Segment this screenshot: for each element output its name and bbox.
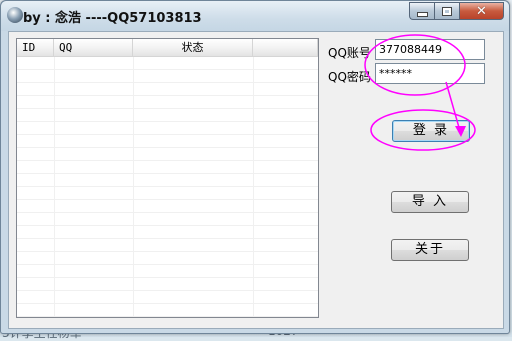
caption-buttons: ✕ [409, 2, 504, 20]
column-header-status[interactable]: 状态 [133, 39, 253, 56]
minimize-icon [416, 11, 428, 17]
account-input[interactable]: 377088449 [375, 39, 485, 60]
empty-row [17, 122, 318, 135]
empty-row [17, 278, 318, 291]
empty-row [17, 109, 318, 122]
empty-row [17, 252, 318, 265]
title-bar[interactable]: by : 念浩 ----QQ57103813 ✕ [1, 1, 509, 31]
empty-row [17, 226, 318, 239]
list-body [17, 57, 318, 317]
empty-row [17, 135, 318, 148]
client-area: ID QQ 状态 QQ账号 377088449 QQ密码 ****** 登 录 … [8, 31, 504, 329]
empty-row [17, 83, 318, 96]
column-header-extra[interactable] [253, 39, 318, 56]
empty-row [17, 200, 318, 213]
main-window: by : 念浩 ----QQ57103813 ✕ ID QQ 状态 QQ账号 3… [0, 0, 510, 334]
close-icon: ✕ [476, 3, 487, 19]
import-button[interactable]: 导 入 [391, 191, 469, 213]
empty-row [17, 213, 318, 226]
column-divider [54, 57, 55, 317]
password-input[interactable]: ****** [375, 63, 485, 84]
window-title: by : 念浩 ----QQ57103813 [23, 11, 202, 26]
empty-row [17, 96, 318, 109]
empty-row [17, 57, 318, 70]
column-header-qq[interactable]: QQ [54, 39, 133, 56]
app-icon [7, 7, 23, 23]
minimize-button[interactable] [409, 2, 434, 20]
password-label: QQ密码 [328, 70, 371, 84]
empty-row [17, 239, 318, 252]
empty-row [17, 161, 318, 174]
login-button[interactable]: 登 录 [392, 120, 470, 142]
maximize-button[interactable] [434, 2, 459, 20]
close-button[interactable]: ✕ [459, 2, 504, 20]
empty-row [17, 174, 318, 187]
empty-row [17, 304, 318, 317]
column-header-id[interactable]: ID [17, 39, 54, 56]
account-label: QQ账号 [328, 46, 371, 60]
empty-row [17, 148, 318, 161]
column-divider [253, 57, 254, 317]
about-button[interactable]: 关于 [391, 239, 469, 261]
empty-row [17, 265, 318, 278]
empty-row [17, 187, 318, 200]
list-header: ID QQ 状态 [17, 39, 318, 57]
empty-row [17, 291, 318, 304]
empty-row [17, 70, 318, 83]
column-divider [133, 57, 134, 317]
maximize-icon [442, 6, 452, 16]
account-list[interactable]: ID QQ 状态 [16, 38, 319, 318]
